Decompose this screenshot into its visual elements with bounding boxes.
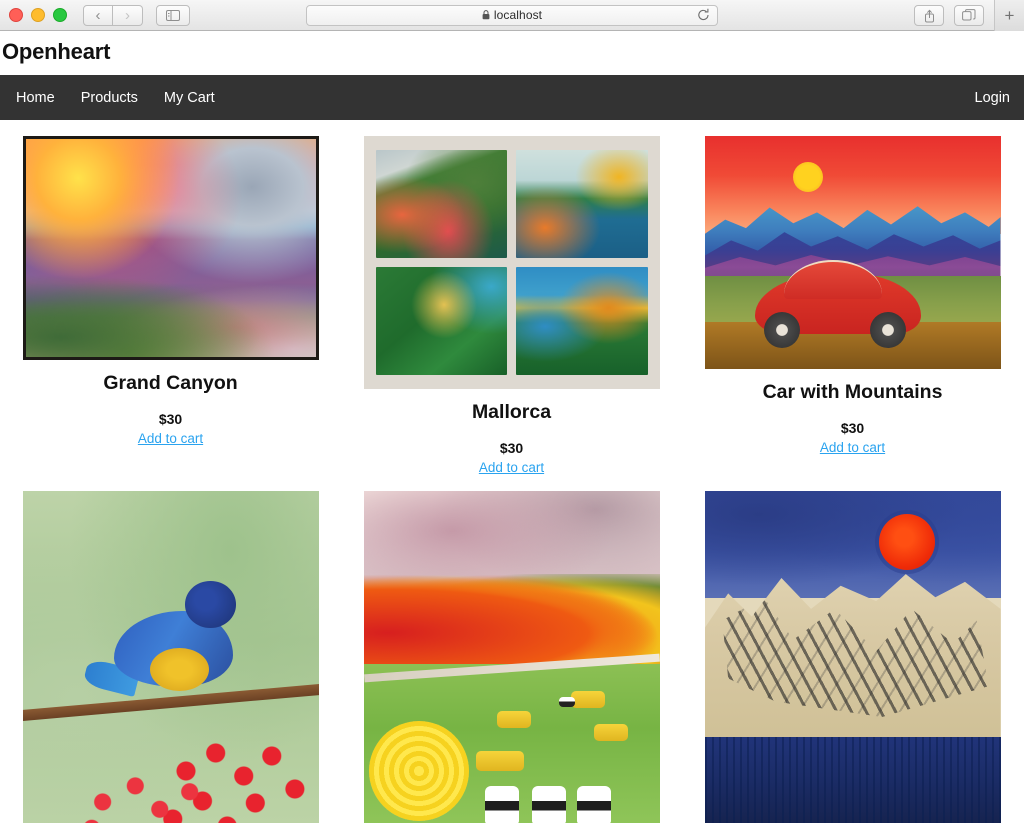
- painting-forest: [704, 737, 1001, 823]
- product-title: Grand Canyon: [103, 372, 238, 394]
- address-bar-text: localhost: [493, 8, 543, 22]
- product-card-mountain-moon[interactable]: [682, 491, 1023, 823]
- plus-icon: +: [1004, 5, 1015, 25]
- address-bar[interactable]: localhost: [306, 4, 718, 26]
- mallorca-mini-painting-2: [516, 150, 648, 258]
- chevron-right-icon: ›: [125, 6, 130, 24]
- share-button[interactable]: [914, 5, 944, 26]
- painting-berries-left: [69, 764, 207, 823]
- painting-hay-bale: [594, 724, 629, 742]
- painting-cow: [532, 786, 567, 823]
- painting-mallorca: [363, 136, 660, 389]
- product-price: $30: [158, 411, 183, 427]
- product-title: Mallorca: [471, 401, 552, 423]
- product-image-car-with-mountains[interactable]: [704, 136, 1001, 369]
- page-title: Openheart: [2, 39, 111, 64]
- lock-icon: [482, 10, 490, 20]
- new-tab-button[interactable]: +: [994, 0, 1024, 31]
- navbar-right: Login: [975, 89, 1010, 107]
- maximize-window-button[interactable]: [53, 8, 67, 22]
- browser-toolbar: ‹ › localhost +: [0, 0, 1024, 31]
- product-card-mallorca[interactable]: Mallorca $30 Add to cart: [341, 136, 682, 477]
- login-link[interactable]: Login: [975, 90, 1010, 106]
- product-grid-row-1: Grand Canyon $30 Add to cart Mallorca $3…: [0, 120, 1024, 477]
- sidebar-item-home[interactable]: Home: [16, 90, 55, 106]
- product-price: $30: [840, 420, 865, 436]
- product-image-mountain-moon[interactable]: [704, 491, 1001, 823]
- window-traffic-lights: [0, 8, 67, 22]
- back-button[interactable]: ‹: [83, 4, 113, 26]
- browser-nav-buttons: ‹ ›: [83, 4, 143, 26]
- painting-bird-head: [185, 580, 236, 628]
- product-grid-row-2: [0, 477, 1024, 823]
- painting-cow: [484, 786, 519, 823]
- painting-car-wheel-front: [763, 312, 800, 349]
- product-price: $30: [499, 440, 524, 456]
- tab-overview-button[interactable]: [954, 5, 984, 26]
- product-title: Car with Mountains: [762, 381, 943, 403]
- show-sidebar-button[interactable]: [156, 4, 190, 26]
- painting-bird-belly: [149, 647, 209, 691]
- mallorca-mini-painting-4: [516, 267, 648, 375]
- painting-hay-bale: [475, 750, 524, 771]
- sidebar-item-products[interactable]: Products: [81, 90, 138, 106]
- mallorca-mini-painting-3: [375, 267, 507, 375]
- minimize-window-button[interactable]: [31, 8, 45, 22]
- product-image-autumn-field[interactable]: [363, 491, 660, 823]
- painting-sky: [704, 491, 1001, 598]
- main-navbar: Home Products My Cart Login: [0, 75, 1024, 120]
- painting-cow-distant: [558, 697, 575, 708]
- navbar-links: Home Products My Cart: [16, 90, 215, 106]
- painting-car-with-mountains: [704, 136, 1001, 369]
- product-card-bird[interactable]: [0, 491, 341, 823]
- product-image-bird[interactable]: [22, 491, 319, 823]
- painting-hay-roll: [369, 720, 470, 821]
- painting-hay-bale: [496, 710, 531, 728]
- product-image-mallorca[interactable]: [363, 136, 660, 389]
- add-to-cart-link[interactable]: Add to cart: [820, 440, 885, 455]
- painting-sun: [793, 161, 824, 192]
- painting-hay-bale: [570, 690, 605, 708]
- product-image-grand-canyon[interactable]: [22, 136, 319, 360]
- product-card-autumn-field[interactable]: [341, 491, 682, 823]
- browser-right-buttons: +: [914, 0, 1024, 31]
- add-to-cart-link[interactable]: Add to cart: [138, 431, 203, 446]
- chevron-left-icon: ‹: [95, 6, 101, 24]
- close-window-button[interactable]: [9, 8, 23, 22]
- painting-mountain-with-red-moon: [704, 491, 1001, 823]
- painting-bird-with-berries: [22, 491, 319, 823]
- tab-overview-icon: [962, 9, 976, 21]
- sidebar-item-my-cart[interactable]: My Cart: [164, 90, 215, 106]
- reload-icon[interactable]: [697, 8, 710, 25]
- painting-cow: [576, 786, 611, 823]
- add-to-cart-link[interactable]: Add to cart: [479, 460, 544, 475]
- mallorca-mini-painting-1: [375, 150, 507, 258]
- share-icon: [924, 9, 934, 22]
- product-card-car-with-mountains[interactable]: Car with Mountains $30 Add to cart: [682, 136, 1023, 457]
- forward-button[interactable]: ›: [113, 4, 143, 26]
- product-card-grand-canyon[interactable]: Grand Canyon $30 Add to cart: [0, 136, 341, 448]
- painting-grand-canyon: [22, 136, 319, 360]
- sidebar-icon: [166, 9, 180, 21]
- painting-autumn-field: [363, 491, 660, 823]
